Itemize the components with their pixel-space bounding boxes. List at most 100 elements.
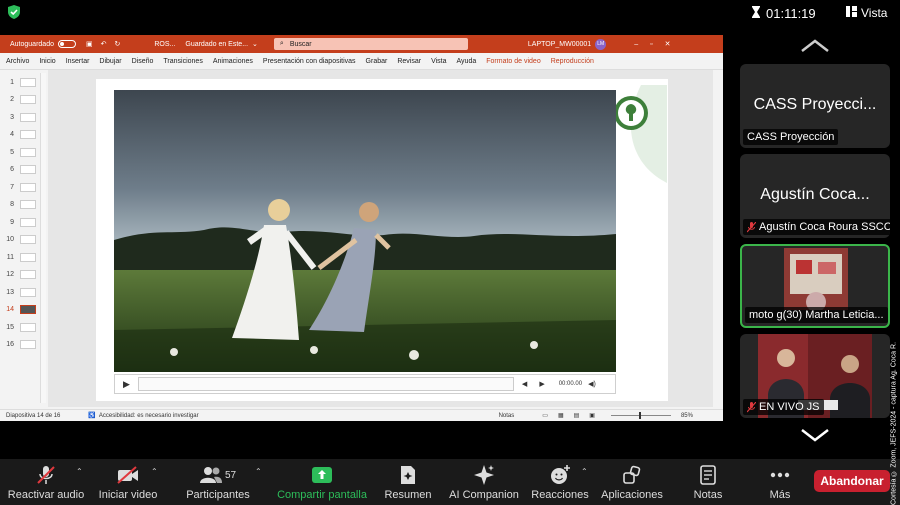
save-icon[interactable]: ▣ xyxy=(86,40,93,48)
slide-thumbnail[interactable]: 8 xyxy=(4,199,44,211)
ribbon-tab-9[interactable]: Grabar xyxy=(366,58,388,65)
play-icon[interactable]: ▶ xyxy=(123,379,130,390)
ai-companion-button[interactable]: AI Companion xyxy=(446,459,522,505)
participants-button[interactable]: 57 Participantes xyxy=(182,459,254,505)
slide-thumbnail[interactable]: 13 xyxy=(4,286,44,298)
slideshow-icon[interactable]: ▣ xyxy=(589,412,595,419)
timer-text: 01:11:19 xyxy=(766,5,816,21)
ribbon-tab-12[interactable]: Ayuda xyxy=(457,58,477,65)
reactions-button[interactable]: Reacciones xyxy=(528,459,592,505)
slide-thumbnail[interactable]: 16 xyxy=(4,339,44,351)
slide-number: 7 xyxy=(10,183,14,191)
slide-thumbnail-image xyxy=(20,147,36,157)
ribbon-tab-1[interactable]: Archivo xyxy=(6,58,29,65)
start-video-button[interactable]: Iniciar video xyxy=(94,459,162,505)
forward-icon[interactable]: ▶ xyxy=(539,380,544,388)
more-button[interactable]: Más xyxy=(762,459,798,505)
notes-button[interactable]: Notas xyxy=(688,459,728,505)
zoom-meeting-window: 01:11:19 Vista Autoguardado ▣ ↶ ↻ ROS...… xyxy=(0,0,900,505)
slide-thumbnail[interactable]: 7 xyxy=(4,181,44,193)
slide-thumbnail[interactable]: 9 xyxy=(4,216,44,228)
ribbon-tab-11[interactable]: Vista xyxy=(431,58,446,65)
ribbon-tab-3[interactable]: Insertar xyxy=(66,58,90,65)
slide-video-player[interactable] xyxy=(114,90,616,372)
hourglass-icon xyxy=(752,5,760,21)
slide-logo-image xyxy=(611,85,667,183)
slide-thumbnail[interactable]: 14 xyxy=(4,304,44,316)
participant-tile-cass[interactable]: CASS Proyecci... CASS Proyección xyxy=(740,64,890,148)
status-notes[interactable]: Notas xyxy=(499,413,515,419)
sparkle-icon xyxy=(473,462,495,488)
slide-thumbnail-image xyxy=(20,340,36,349)
device-name: LAPTOP_MW00001 xyxy=(527,40,592,48)
reading-view-icon[interactable]: ▤ xyxy=(574,412,580,419)
participant-tile-envivo[interactable]: EN VIVO JS xyxy=(740,334,890,418)
slide-thumbnail[interactable]: 4 xyxy=(4,129,44,141)
zoom-level[interactable]: 85% xyxy=(681,413,693,419)
slide-thumbnail-image xyxy=(20,235,36,244)
sorter-view-icon[interactable]: ▦ xyxy=(558,412,564,419)
ribbon-tab-14[interactable]: Reproducción xyxy=(551,58,594,65)
slide-thumbnail[interactable]: 6 xyxy=(4,164,44,176)
thumbnail-scrollbar[interactable] xyxy=(40,73,46,403)
restore-icon[interactable]: ▫ xyxy=(650,41,652,48)
chevron-up-icon[interactable] xyxy=(800,38,830,54)
slide-number: 2 xyxy=(10,96,14,103)
ribbon-tab-13[interactable]: Formato de video xyxy=(486,58,540,65)
close-icon[interactable]: ✕ xyxy=(665,40,671,48)
ribbon-tab-8[interactable]: Presentación con diapositivas xyxy=(263,58,356,65)
redo-icon[interactable]: ↻ xyxy=(114,40,120,48)
slide-thumbnail[interactable]: 3 xyxy=(4,111,44,123)
ai-companion-label: AI Companion xyxy=(449,489,519,501)
more-label: Más xyxy=(769,489,791,501)
slide-thumbnail[interactable]: 15 xyxy=(4,321,44,333)
leave-button[interactable]: Abandonar xyxy=(814,470,890,492)
slide-thumbnail[interactable]: 5 xyxy=(4,146,44,158)
slide-number: 11 xyxy=(6,253,14,261)
ppt-ribbon-tabs: Archivo Inicio Insertar Dibujar Diseño Transi… xyxy=(0,53,723,70)
encryption-shield-icon[interactable] xyxy=(6,4,22,20)
save-status[interactable]: Guardado en Este... xyxy=(185,41,248,48)
slide-thumbnail[interactable]: 2 xyxy=(4,94,44,106)
chevron-down-icon[interactable] xyxy=(800,427,830,443)
minimize-icon[interactable]: – xyxy=(634,41,638,48)
participants-options-caret[interactable]: ⌃ xyxy=(255,467,262,476)
participant-tile-martha[interactable]: moto g(30) Martha Leticia... xyxy=(740,244,890,328)
ribbon-tab-4[interactable]: Dibujar xyxy=(99,58,121,65)
muted-mic-icon xyxy=(746,401,757,413)
ribbon-tab-2[interactable]: Inicio xyxy=(39,58,55,65)
ppt-search-box[interactable]: ⌕ Buscar xyxy=(273,38,468,50)
status-accessibility[interactable]: Accesibilidad: es necesario investigar xyxy=(99,413,199,419)
reactions-options-caret[interactable]: ⌃ xyxy=(581,467,588,476)
apps-button[interactable]: Aplicaciones xyxy=(598,459,666,505)
normal-view-icon[interactable]: ▭ xyxy=(542,412,548,419)
unmute-button[interactable]: Reactivar audio xyxy=(4,459,88,505)
video-progress-bar[interactable] xyxy=(137,377,514,391)
slide-thumbnail[interactable]: 12 xyxy=(4,269,44,281)
ribbon-tab-6[interactable]: Transiciones xyxy=(163,58,202,65)
ribbon-tab-7[interactable]: Animaciones xyxy=(213,58,253,65)
slide-thumbnail[interactable]: 1 xyxy=(4,76,44,88)
view-button[interactable]: Vista xyxy=(846,5,887,21)
more-dots-icon xyxy=(770,462,790,488)
audio-options-caret[interactable]: ⌃ xyxy=(76,467,83,476)
zoom-slider[interactable] xyxy=(610,412,671,419)
undo-icon[interactable]: ↶ xyxy=(101,40,107,48)
ribbon-tab-5[interactable]: Diseño xyxy=(132,58,154,65)
avatar[interactable]: LM xyxy=(595,38,607,50)
autosave-toggle[interactable] xyxy=(57,40,76,48)
share-screen-button[interactable]: Compartir pantalla xyxy=(274,459,370,505)
slide-thumbnail[interactable]: 11 xyxy=(4,251,44,263)
summary-button[interactable]: Resumen xyxy=(382,459,434,505)
participant-tile-agustin[interactable]: Agustín Coca... Agustín Coca Roura SSCC xyxy=(740,154,890,238)
unmute-label: Reactivar audio xyxy=(7,489,85,501)
volume-icon[interactable]: ◀) xyxy=(588,380,596,388)
shared-screen[interactable]: Autoguardado ▣ ↶ ↻ ROS... Guardado en Es… xyxy=(0,35,723,421)
rewind-icon[interactable]: ◀ xyxy=(522,380,527,388)
participant-name: EN VIVO JS xyxy=(759,401,820,413)
slide-thumbnail-image xyxy=(20,112,36,122)
slide-number: 1 xyxy=(10,78,14,86)
slide-thumbnail[interactable]: 10 xyxy=(4,234,44,246)
video-options-caret[interactable]: ⌃ xyxy=(151,467,158,476)
ribbon-tab-10[interactable]: Revisar xyxy=(397,58,421,65)
